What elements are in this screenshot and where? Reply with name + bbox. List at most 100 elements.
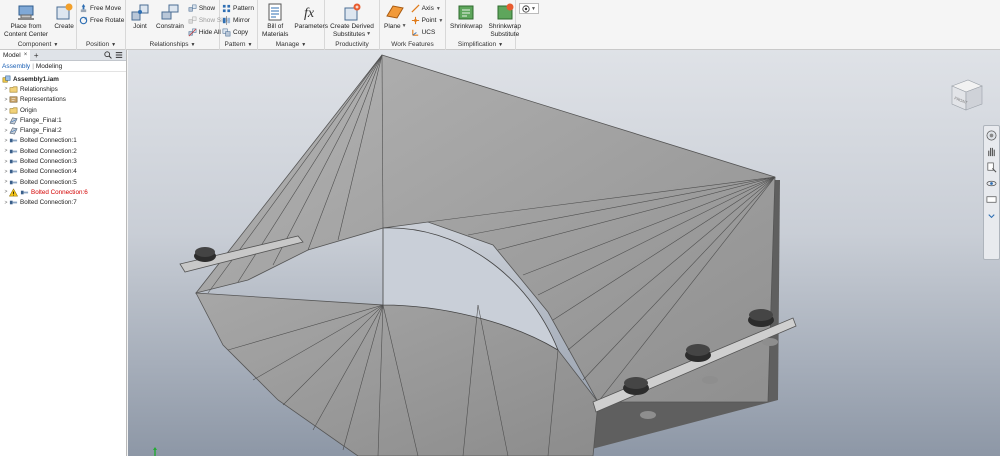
viewcube[interactable]: FRONT (946, 74, 986, 114)
pattern-button[interactable]: Pattern (222, 3, 254, 14)
chevron-down-icon: ▼ (53, 42, 59, 48)
tree-node[interactable]: > Bolted Connection:7 (0, 198, 126, 208)
warning-icon (9, 188, 18, 197)
point-icon (411, 16, 419, 25)
mode-assembly-link[interactable]: Assembly (2, 63, 30, 70)
chevron-down-icon: ▼ (366, 30, 372, 37)
tree-node-label: Bolted Connection:2 (20, 147, 77, 155)
zoom-icon[interactable] (986, 162, 997, 173)
productivity-panel-title[interactable]: Productivity (325, 40, 379, 50)
panel-simplification: Shrinkwrap Shrinkwrap Substitute Simplif… (446, 0, 521, 50)
tree-node-label: Origin (20, 106, 37, 114)
shrinkwrap-substitute-button[interactable]: Shrinkwrap Substitute (487, 2, 524, 38)
svg-text:fx: fx (304, 6, 315, 21)
copy-label: Copy (233, 29, 249, 36)
graphics-viewport[interactable]: FRONT (128, 50, 1000, 456)
assembly-model-render[interactable] (128, 50, 1000, 456)
tree-node[interactable]: > Bolted Connection:2 (0, 146, 126, 156)
ucs-label: UCS (421, 29, 436, 36)
orbit-icon[interactable] (986, 178, 997, 189)
tree-node[interactable]: > Bolted Connection:1 (0, 136, 126, 146)
copy-button[interactable]: Copy (222, 27, 254, 38)
place-from-content-center-button[interactable]: Place from Content Center (2, 2, 50, 38)
point-button[interactable]: Point ▼ (411, 15, 443, 26)
constrain-label: Constrain (156, 23, 184, 30)
bolted-connection-icon (9, 170, 18, 174)
browser-mode-switch: Assembly | Modeling (0, 61, 126, 72)
simplification-panel-title[interactable]: Simplification ▼ (446, 40, 515, 50)
position-title-text: Position (85, 41, 110, 48)
tree-node[interactable]: > Bolted Connection:4 (0, 167, 126, 177)
tree-node[interactable]: > Bolted Connection:6 (0, 187, 126, 197)
show-label: Show (198, 5, 216, 12)
tree-node-label: Bolted Connection:4 (20, 168, 77, 176)
browser-tree: Assembly1.iam > Relationships > Representati… (0, 72, 126, 208)
tree-node[interactable]: > Relationships (0, 84, 126, 94)
look-at-icon[interactable] (986, 194, 997, 205)
tree-node-label: Flange_Final:2 (20, 127, 62, 135)
hide-all-label: Hide All (198, 29, 221, 36)
component-panel-title[interactable]: Component ▼ (0, 40, 76, 50)
bolt-head (748, 309, 774, 327)
chevron-down-icon: ▼ (247, 42, 253, 48)
shrinkwrap-substitute-icon (497, 3, 514, 20)
tree-node[interactable]: > Bolted Connection:5 (0, 177, 126, 187)
tab-model[interactable]: Model × (0, 49, 31, 61)
free-move-button[interactable]: Free Move (79, 3, 124, 14)
constrain-button[interactable]: Constrain (154, 2, 186, 31)
ucs-button[interactable]: UCS (411, 27, 444, 38)
relationships-panel-title[interactable]: Relationships ▼ (126, 40, 219, 50)
menu-icon[interactable] (115, 51, 123, 59)
axis-button[interactable]: Axis ▼ (411, 3, 444, 14)
origin-folder-icon (9, 107, 18, 114)
tab-model-label: Model (3, 51, 21, 59)
panel-component: Place from Content Center Create Compone… (0, 0, 77, 50)
work-features-panel-title[interactable]: Work Features (380, 40, 445, 50)
tree-node-label: Assembly1.iam (13, 75, 59, 83)
close-icon[interactable]: × (24, 50, 28, 61)
simplification-title-text: Simplification (457, 41, 497, 48)
panel-pattern: Pattern Mirror Copy Pattern ▼ (220, 0, 258, 50)
pattern-panel-title[interactable]: Pattern ▼ (220, 40, 257, 50)
relationships-folder-icon (9, 86, 18, 93)
place-line2: Content Center (4, 30, 49, 38)
steering-wheel-icon[interactable] (986, 130, 997, 141)
tree-root-node[interactable]: Assembly1.iam (0, 74, 126, 84)
plane-icon (386, 5, 405, 19)
point-label: Point (421, 17, 437, 24)
mode-modeling-link[interactable]: Modeling (36, 63, 62, 70)
tree-node[interactable]: > Flange_Final:2 (0, 125, 126, 135)
tree-node-label: Bolted Connection:3 (20, 158, 77, 166)
joint-label: Joint (133, 23, 147, 30)
tree-node[interactable]: > Origin (0, 105, 126, 115)
tree-node[interactable]: > Flange_Final:1 (0, 115, 126, 125)
position-panel-title[interactable]: Position ▼ (77, 40, 125, 50)
navbar-options-icon[interactable] (986, 210, 997, 221)
panel-work-features: Plane ▼ Axis ▼ Point ▼ UCS Work Features (380, 0, 446, 50)
bolt-head (623, 377, 649, 395)
add-browser-tab-button[interactable]: + (30, 51, 42, 60)
tree-node-label: Bolted Connection:5 (20, 178, 77, 186)
pan-hand-icon[interactable] (986, 146, 997, 157)
panel-productivity: Create Derived Substitutes ▼ Productivity (325, 0, 380, 50)
tree-node[interactable]: > Bolted Connection:3 (0, 156, 126, 166)
panel-relationships: Joint Constrain Show Show Sick Hide All … (126, 0, 229, 50)
mirror-button[interactable]: Mirror (222, 15, 254, 26)
place-line1: Place from (10, 23, 42, 30)
copy-icon (222, 28, 231, 37)
plane-button[interactable]: Plane ▼ (382, 2, 409, 31)
joint-button[interactable]: Joint (128, 2, 152, 31)
bolt-nut (640, 411, 656, 419)
create-component-button[interactable]: Create (52, 2, 76, 31)
tree-node[interactable]: > Representations (0, 95, 126, 105)
chevron-down-icon: ▼ (498, 42, 504, 48)
shrinkwrap-button[interactable]: Shrinkwrap (448, 2, 485, 31)
search-icon[interactable] (104, 51, 112, 59)
bill-of-materials-button[interactable]: Bill of Materials (260, 2, 290, 38)
manage-panel-title[interactable]: Manage ▼ (258, 40, 324, 50)
free-rotate-button[interactable]: Free Rotate (79, 15, 124, 26)
representations-icon (9, 96, 18, 103)
create-derived-substitutes-button[interactable]: Create Derived Substitutes ▼ (328, 2, 376, 38)
free-rotate-icon (79, 16, 88, 25)
component-title-text: Component (17, 41, 52, 48)
